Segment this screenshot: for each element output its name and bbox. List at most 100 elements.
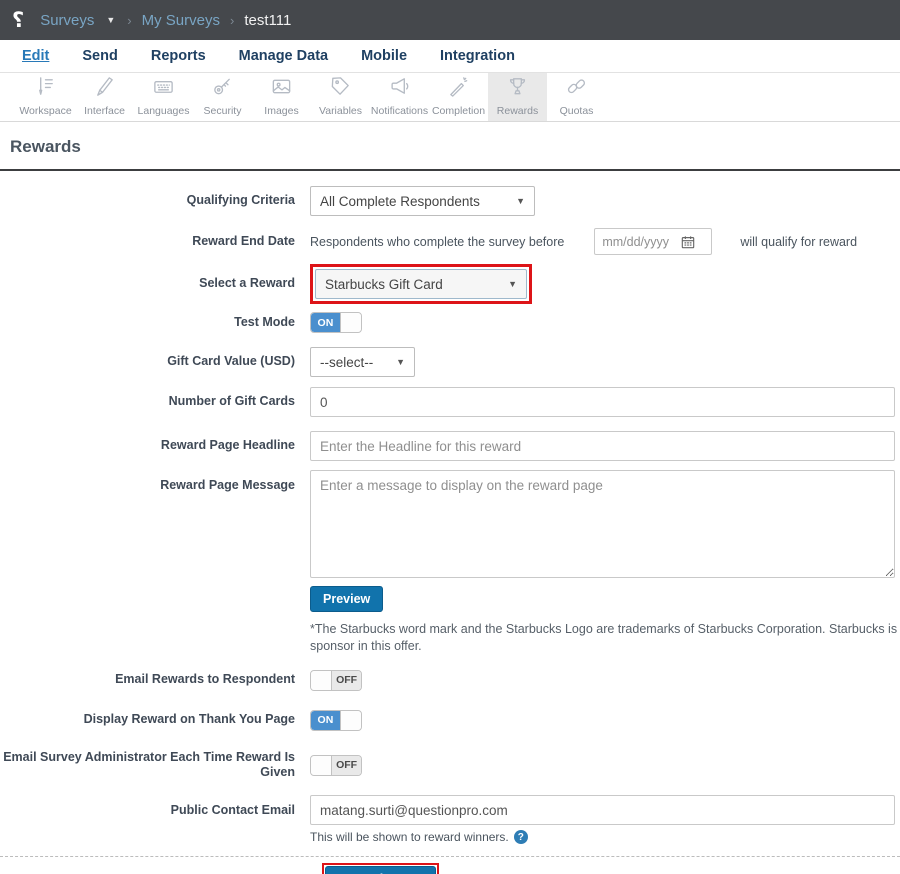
reward-end-date-prefix-text: Respondents who complete the survey befo… bbox=[310, 235, 564, 249]
public-contact-email-label: Public Contact Email bbox=[0, 795, 310, 819]
display-reward-thank-you-label: Display Reward on Thank You Page bbox=[0, 712, 310, 728]
chevron-down-icon: ▼ bbox=[396, 357, 405, 367]
key-icon bbox=[211, 75, 234, 103]
magic-wand-icon bbox=[447, 75, 470, 103]
toolbar-item-label: Notifications bbox=[371, 105, 428, 117]
keyboard-icon bbox=[152, 75, 175, 103]
red-annotation-box-select-reward: Starbucks Gift Card ▼ bbox=[310, 264, 532, 304]
top-header-bar: ? Surveys ▼ › My Surveys › test111 bbox=[0, 0, 900, 40]
qualifying-criteria-select[interactable]: All Complete Respondents ▼ bbox=[310, 186, 535, 216]
calendar-icon[interactable] bbox=[681, 235, 695, 249]
toolbar-item-completion[interactable]: Completion bbox=[429, 73, 488, 121]
toggle-knob bbox=[311, 671, 332, 690]
toolbar-item-variables[interactable]: Variables bbox=[311, 73, 370, 121]
email-rewards-to-respondent-label: Email Rewards to Respondent bbox=[0, 672, 310, 688]
preview-button[interactable]: Preview bbox=[310, 586, 383, 612]
red-annotation-box-save: Save Changes bbox=[322, 863, 439, 874]
toolbar-item-label: Security bbox=[204, 105, 242, 117]
tab-integration[interactable]: Integration bbox=[440, 48, 515, 64]
toolbar-item-quotas[interactable]: Quotas bbox=[547, 73, 606, 121]
gift-card-value-select[interactable]: --select-- ▼ bbox=[310, 347, 415, 377]
email-rewards-toggle[interactable]: OFF bbox=[310, 670, 362, 691]
trophy-icon bbox=[506, 75, 529, 103]
chevron-down-icon: ▼ bbox=[508, 279, 517, 289]
public-contact-email-helper-text: This will be shown to reward winners. bbox=[310, 830, 509, 844]
toolbar-item-languages[interactable]: Languages bbox=[134, 73, 193, 121]
reward-page-message-textarea[interactable] bbox=[310, 470, 895, 578]
reward-page-message-label: Reward Page Message bbox=[0, 470, 310, 494]
display-reward-toggle[interactable]: ON bbox=[310, 710, 362, 731]
disclaimer-line-2: sponsor in this offer. bbox=[310, 638, 900, 655]
toolbar-item-images[interactable]: Images bbox=[252, 73, 311, 121]
qualifying-criteria-label: Qualifying Criteria bbox=[0, 193, 310, 209]
breadcrumb-survey-name[interactable]: test111 bbox=[244, 12, 291, 29]
toolbar-item-notifications[interactable]: Notifications bbox=[370, 73, 429, 121]
toolbar-item-label: Rewards bbox=[497, 105, 538, 117]
toggle-knob bbox=[340, 711, 361, 730]
breadcrumb-my-surveys[interactable]: My Surveys bbox=[142, 12, 220, 29]
gift-card-value-value: --select-- bbox=[320, 355, 373, 370]
select-reward-label: Select a Reward bbox=[0, 276, 310, 292]
page-title: Rewards bbox=[10, 137, 890, 157]
toolbar-item-rewards[interactable]: Rewards bbox=[488, 73, 547, 121]
picture-icon bbox=[270, 75, 293, 103]
starbucks-disclaimer-text: *The Starbucks word mark and the Starbuc… bbox=[310, 621, 900, 655]
toggle-knob bbox=[340, 313, 361, 332]
toolbar-item-label: Workspace bbox=[19, 105, 71, 117]
help-question-icon[interactable]: ? bbox=[514, 830, 528, 844]
reward-end-date-field[interactable] bbox=[594, 228, 712, 255]
toolbar-item-label: Languages bbox=[138, 105, 190, 117]
public-contact-email-input[interactable] bbox=[310, 795, 895, 825]
toolbar-item-workspace[interactable]: Workspace bbox=[16, 73, 75, 121]
tab-edit[interactable]: Edit bbox=[22, 48, 49, 64]
chain-link-icon bbox=[565, 75, 588, 103]
reward-end-date-input[interactable] bbox=[602, 230, 676, 253]
tab-send[interactable]: Send bbox=[82, 48, 117, 64]
chevron-down-icon: ▼ bbox=[516, 196, 525, 206]
reward-end-date-label: Reward End Date bbox=[0, 234, 310, 250]
surveys-dropdown-caret-icon[interactable]: ▼ bbox=[106, 15, 115, 25]
email-survey-administrator-label: Email Survey Administrator Each Time Rew… bbox=[0, 750, 310, 781]
megaphone-icon bbox=[388, 75, 411, 103]
test-mode-toggle[interactable]: ON bbox=[310, 312, 362, 333]
breadcrumb-separator: › bbox=[127, 13, 131, 28]
tag-icon bbox=[329, 75, 352, 103]
rewards-form: Qualifying Criteria All Complete Respond… bbox=[0, 171, 900, 874]
save-changes-button[interactable]: Save Changes bbox=[325, 866, 436, 874]
toggle-on-label: ON bbox=[311, 711, 340, 730]
reward-page-headline-label: Reward Page Headline bbox=[0, 438, 310, 454]
toolbar-item-label: Interface bbox=[84, 105, 125, 117]
toolbar-item-interface[interactable]: Interface bbox=[75, 73, 134, 121]
select-reward-select[interactable]: Starbucks Gift Card ▼ bbox=[315, 269, 527, 299]
test-mode-label: Test Mode bbox=[0, 315, 310, 331]
edit-section-toolbar: Workspace Interface Languages Security I… bbox=[0, 73, 900, 122]
toggle-off-label: OFF bbox=[332, 671, 361, 690]
tab-manage-data[interactable]: Manage Data bbox=[239, 48, 328, 64]
breadcrumb-separator: › bbox=[230, 13, 234, 28]
main-nav-tabs: Edit Send Reports Manage Data Mobile Int… bbox=[0, 40, 900, 73]
toolbar-item-label: Variables bbox=[319, 105, 362, 117]
reward-end-date-suffix-text: will qualify for reward bbox=[740, 235, 857, 249]
footer-dashed-divider bbox=[0, 856, 900, 857]
pen-icon bbox=[93, 75, 116, 103]
toolbar-item-label: Completion bbox=[432, 105, 485, 117]
breadcrumb-surveys[interactable]: Surveys bbox=[40, 12, 94, 29]
select-reward-value: Starbucks Gift Card bbox=[325, 277, 443, 292]
questionpro-logo-icon[interactable]: ? bbox=[12, 8, 24, 32]
tab-mobile[interactable]: Mobile bbox=[361, 48, 407, 64]
toolbar-item-security[interactable]: Security bbox=[193, 73, 252, 121]
tab-reports[interactable]: Reports bbox=[151, 48, 206, 64]
number-of-gift-cards-input[interactable] bbox=[310, 387, 895, 417]
gift-card-value-label: Gift Card Value (USD) bbox=[0, 354, 310, 370]
toolbar-item-label: Quotas bbox=[560, 105, 594, 117]
disclaimer-line-1: *The Starbucks word mark and the Starbuc… bbox=[310, 621, 900, 638]
number-of-gift-cards-label: Number of Gift Cards bbox=[0, 394, 310, 410]
toggle-off-label: OFF bbox=[332, 756, 361, 775]
reward-page-headline-input[interactable] bbox=[310, 431, 895, 461]
toggle-knob bbox=[311, 756, 332, 775]
email-survey-administrator-toggle[interactable]: OFF bbox=[310, 755, 362, 776]
toolbar-item-label: Images bbox=[264, 105, 298, 117]
qualifying-criteria-value: All Complete Respondents bbox=[320, 194, 480, 209]
pencil-list-icon bbox=[34, 75, 57, 103]
toggle-on-label: ON bbox=[311, 313, 340, 332]
